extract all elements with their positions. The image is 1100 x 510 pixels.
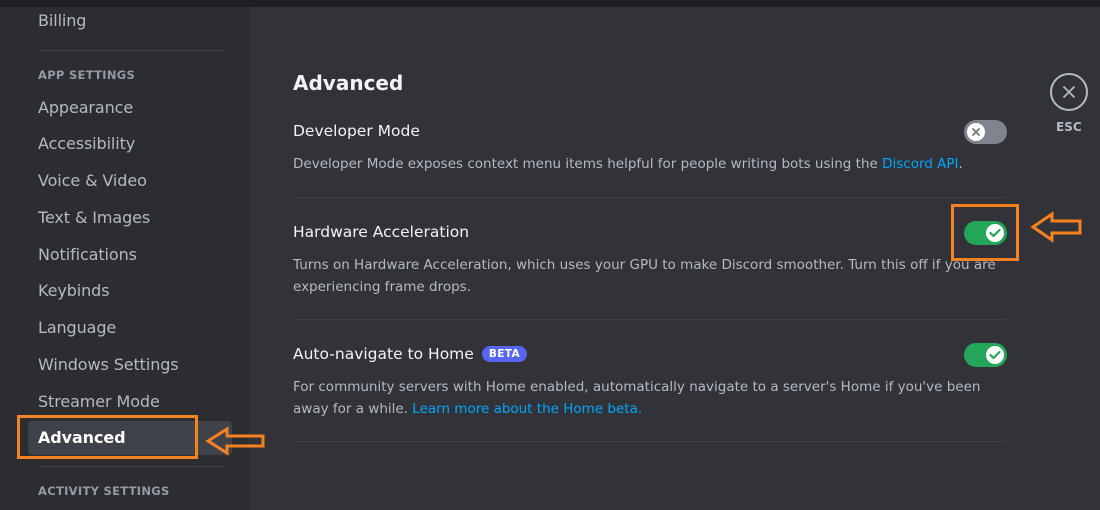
arrow-left-icon bbox=[205, 426, 265, 456]
sidebar-item-notifications[interactable]: Notifications bbox=[28, 238, 232, 272]
sidebar-item-appearance[interactable]: Appearance bbox=[28, 91, 232, 125]
discord-api-link[interactable]: Discord API bbox=[882, 156, 958, 172]
esc-label: ESC bbox=[1056, 120, 1082, 134]
setting-divider bbox=[293, 319, 1007, 320]
page-title: Advanced bbox=[293, 71, 404, 95]
developer-mode-toggle[interactable] bbox=[964, 120, 1007, 144]
close-icon bbox=[1063, 86, 1075, 98]
home-beta-link[interactable]: Learn more about the Home beta. bbox=[412, 401, 642, 417]
check-icon bbox=[989, 350, 1001, 360]
hardware-toggle-highlight-box bbox=[951, 204, 1019, 261]
activity-settings-header: ACTIVITY SETTINGS bbox=[38, 484, 170, 498]
sidebar-divider bbox=[38, 50, 224, 51]
sidebar-item-keybinds[interactable]: Keybinds bbox=[28, 274, 232, 308]
sidebar-item-voice-video[interactable]: Voice & Video bbox=[28, 164, 232, 198]
advanced-highlight-box bbox=[17, 415, 198, 459]
sidebar-item-windows-settings[interactable]: Windows Settings bbox=[28, 348, 232, 382]
auto-navigate-description: For community servers with Home enabled,… bbox=[293, 379, 981, 417]
developer-mode-title: Developer Mode bbox=[293, 122, 420, 140]
sidebar-divider bbox=[38, 466, 224, 467]
auto-navigate-title: Auto-navigate to Home BETA bbox=[293, 345, 528, 363]
setting-divider bbox=[293, 197, 1007, 198]
hardware-acceleration-description: Turns on Hardware Acceleration, which us… bbox=[293, 257, 996, 295]
setting-divider bbox=[293, 441, 1007, 442]
developer-mode-description: Developer Mode exposes context menu item… bbox=[293, 156, 963, 172]
x-icon bbox=[972, 128, 980, 136]
toggle-knob bbox=[967, 123, 985, 141]
close-button[interactable] bbox=[1050, 73, 1088, 111]
hardware-acceleration-title: Hardware Acceleration bbox=[293, 223, 470, 241]
app-settings-header: APP SETTINGS bbox=[38, 68, 136, 82]
toggle-knob bbox=[986, 346, 1004, 364]
beta-badge: BETA bbox=[481, 346, 528, 362]
arrow-left-icon bbox=[1030, 211, 1082, 243]
sidebar-item-streamer-mode[interactable]: Streamer Mode bbox=[28, 385, 232, 419]
sidebar-item-language[interactable]: Language bbox=[28, 311, 232, 345]
sidebar-item-accessibility[interactable]: Accessibility bbox=[28, 127, 232, 161]
sidebar-item-text-images[interactable]: Text & Images bbox=[28, 201, 232, 235]
auto-navigate-toggle[interactable] bbox=[964, 343, 1007, 367]
sidebar-item-billing[interactable]: Billing bbox=[28, 4, 232, 38]
